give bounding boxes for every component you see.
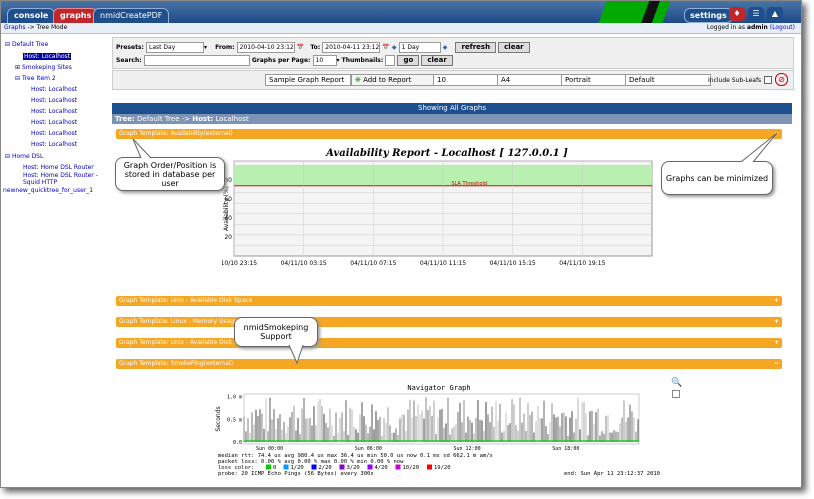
app-window: console graphs nmidCreatePDF settings ♦ … — [0, 0, 802, 488]
callout-pointers — [132, 132, 778, 365]
